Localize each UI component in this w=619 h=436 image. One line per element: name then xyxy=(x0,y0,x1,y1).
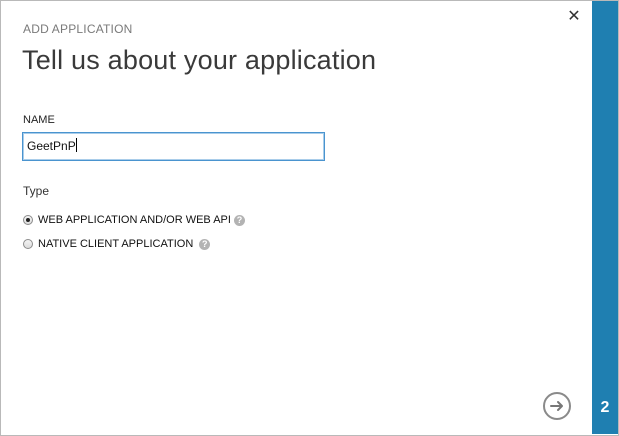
next-button[interactable] xyxy=(543,392,571,420)
name-input[interactable]: GeetPnP xyxy=(22,132,325,161)
radio-web-application[interactable] xyxy=(23,215,33,225)
type-label: Type xyxy=(23,184,50,198)
option-web-application[interactable]: WEB APPLICATION AND/OR WEB API ? xyxy=(23,213,245,227)
arrow-right-icon xyxy=(550,401,563,411)
dialog-supertitle: ADD APPLICATION xyxy=(23,22,133,36)
help-icon[interactable]: ? xyxy=(233,214,245,226)
option-native-client[interactable]: NATIVE CLIENT APPLICATION ? xyxy=(23,237,211,251)
close-button[interactable]: ✕ xyxy=(565,8,583,26)
add-application-dialog: ✕ ADD APPLICATION Tell us about your app… xyxy=(0,0,619,436)
step-number: 2 xyxy=(600,399,610,416)
close-icon: ✕ xyxy=(567,8,581,25)
name-label: NAME xyxy=(23,114,55,126)
option-web-application-label: WEB APPLICATION AND/OR WEB API xyxy=(38,214,231,226)
wizard-step-panel: 2 xyxy=(592,1,618,434)
name-input-value: GeetPnP xyxy=(27,139,76,153)
help-icon[interactable]: ? xyxy=(199,238,211,250)
radio-native-client[interactable] xyxy=(23,239,33,249)
text-caret xyxy=(75,138,77,152)
option-native-client-label: NATIVE CLIENT APPLICATION xyxy=(38,238,194,250)
dialog-title: Tell us about your application xyxy=(22,45,377,75)
